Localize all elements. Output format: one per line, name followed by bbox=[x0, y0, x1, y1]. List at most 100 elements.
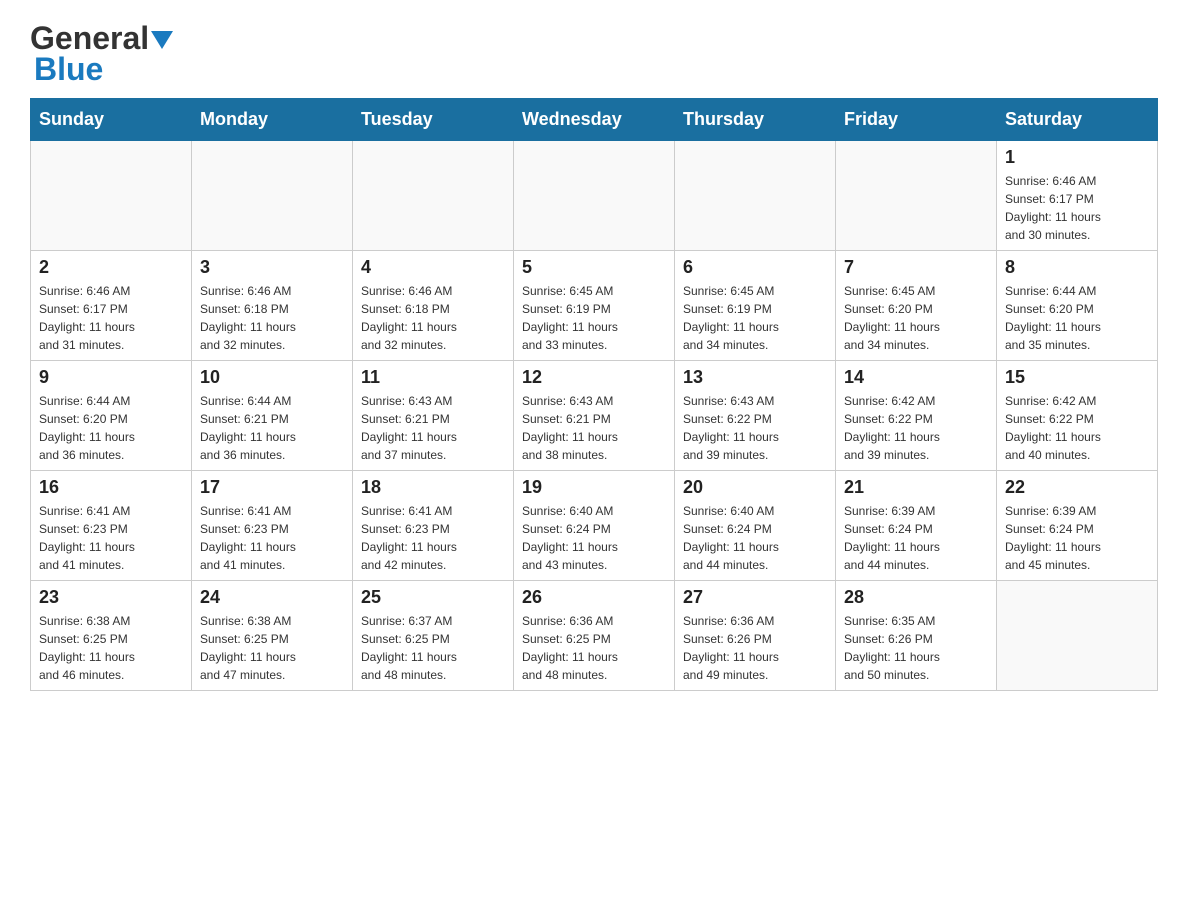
calendar-cell: 27 Sunrise: 6:36 AMSunset: 6:26 PMDayligh… bbox=[675, 581, 836, 691]
calendar-cell bbox=[353, 141, 514, 251]
calendar-cell: 22 Sunrise: 6:39 AMSunset: 6:24 PMDayligh… bbox=[997, 471, 1158, 581]
day-number: 11 bbox=[361, 367, 505, 388]
calendar-cell: 16 Sunrise: 6:41 AMSunset: 6:23 PMDayligh… bbox=[31, 471, 192, 581]
logo-blue: Blue bbox=[34, 51, 103, 88]
day-number: 14 bbox=[844, 367, 988, 388]
calendar-cell: 13 Sunrise: 6:43 AMSunset: 6:22 PMDayligh… bbox=[675, 361, 836, 471]
day-info: Sunrise: 6:46 AMSunset: 6:18 PMDaylight:… bbox=[200, 282, 344, 354]
day-number: 5 bbox=[522, 257, 666, 278]
day-info: Sunrise: 6:46 AMSunset: 6:17 PMDaylight:… bbox=[1005, 172, 1149, 244]
day-number: 6 bbox=[683, 257, 827, 278]
calendar-cell: 20 Sunrise: 6:40 AMSunset: 6:24 PMDayligh… bbox=[675, 471, 836, 581]
calendar-cell: 25 Sunrise: 6:37 AMSunset: 6:25 PMDayligh… bbox=[353, 581, 514, 691]
calendar-cell: 18 Sunrise: 6:41 AMSunset: 6:23 PMDayligh… bbox=[353, 471, 514, 581]
calendar-header: SundayMondayTuesdayWednesdayThursdayFrid… bbox=[31, 99, 1158, 141]
calendar-cell: 1 Sunrise: 6:46 AMSunset: 6:17 PMDaylight… bbox=[997, 141, 1158, 251]
day-info: Sunrise: 6:43 AMSunset: 6:21 PMDaylight:… bbox=[522, 392, 666, 464]
calendar-week-row: 23Sunrise: 6:38 AMSunset: 6:25 PMDayligh… bbox=[31, 581, 1158, 691]
day-number: 10 bbox=[200, 367, 344, 388]
day-number: 27 bbox=[683, 587, 827, 608]
day-info: Sunrise: 6:38 AMSunset: 6:25 PMDaylight:… bbox=[39, 612, 183, 684]
day-info: Sunrise: 6:41 AMSunset: 6:23 PMDaylight:… bbox=[200, 502, 344, 574]
day-info: Sunrise: 6:41 AMSunset: 6:23 PMDaylight:… bbox=[361, 502, 505, 574]
day-number: 22 bbox=[1005, 477, 1149, 498]
calendar-cell: 21Sunrise: 6:39 AMSunset: 6:24 PMDayligh… bbox=[836, 471, 997, 581]
calendar-cell bbox=[192, 141, 353, 251]
calendar-cell: 2 Sunrise: 6:46 AMSunset: 6:17 PMDaylight… bbox=[31, 251, 192, 361]
calendar-cell bbox=[31, 141, 192, 251]
day-number: 8 bbox=[1005, 257, 1149, 278]
day-info: Sunrise: 6:38 AMSunset: 6:25 PMDaylight:… bbox=[200, 612, 344, 684]
day-info: Sunrise: 6:40 AMSunset: 6:24 PMDaylight:… bbox=[683, 502, 827, 574]
day-info: Sunrise: 6:42 AMSunset: 6:22 PMDaylight:… bbox=[1005, 392, 1149, 464]
calendar-body: 1 Sunrise: 6:46 AMSunset: 6:17 PMDaylight… bbox=[31, 141, 1158, 691]
calendar-cell: 17 Sunrise: 6:41 AMSunset: 6:23 PMDayligh… bbox=[192, 471, 353, 581]
weekday-header-saturday: Saturday bbox=[997, 99, 1158, 141]
logo: General Blue bbox=[30, 20, 173, 88]
weekday-header-friday: Friday bbox=[836, 99, 997, 141]
calendar-cell: 23Sunrise: 6:38 AMSunset: 6:25 PMDayligh… bbox=[31, 581, 192, 691]
calendar-cell: 5Sunrise: 6:45 AMSunset: 6:19 PMDaylight… bbox=[514, 251, 675, 361]
day-number: 18 bbox=[361, 477, 505, 498]
calendar-cell: 26 Sunrise: 6:36 AMSunset: 6:25 PMDayligh… bbox=[514, 581, 675, 691]
calendar-cell: 15 Sunrise: 6:42 AMSunset: 6:22 PMDayligh… bbox=[997, 361, 1158, 471]
weekday-header-sunday: Sunday bbox=[31, 99, 192, 141]
day-number: 17 bbox=[200, 477, 344, 498]
calendar-week-row: 9 Sunrise: 6:44 AMSunset: 6:20 PMDaylight… bbox=[31, 361, 1158, 471]
day-info: Sunrise: 6:44 AMSunset: 6:21 PMDaylight:… bbox=[200, 392, 344, 464]
calendar-cell: 28Sunrise: 6:35 AMSunset: 6:26 PMDayligh… bbox=[836, 581, 997, 691]
day-info: Sunrise: 6:37 AMSunset: 6:25 PMDaylight:… bbox=[361, 612, 505, 684]
day-info: Sunrise: 6:36 AMSunset: 6:26 PMDaylight:… bbox=[683, 612, 827, 684]
day-info: Sunrise: 6:44 AMSunset: 6:20 PMDaylight:… bbox=[39, 392, 183, 464]
day-info: Sunrise: 6:45 AMSunset: 6:19 PMDaylight:… bbox=[683, 282, 827, 354]
weekday-header-row: SundayMondayTuesdayWednesdayThursdayFrid… bbox=[31, 99, 1158, 141]
calendar-cell bbox=[997, 581, 1158, 691]
day-info: Sunrise: 6:40 AMSunset: 6:24 PMDaylight:… bbox=[522, 502, 666, 574]
day-number: 12 bbox=[522, 367, 666, 388]
day-info: Sunrise: 6:36 AMSunset: 6:25 PMDaylight:… bbox=[522, 612, 666, 684]
day-number: 7 bbox=[844, 257, 988, 278]
calendar-week-row: 2 Sunrise: 6:46 AMSunset: 6:17 PMDaylight… bbox=[31, 251, 1158, 361]
calendar-week-row: 16 Sunrise: 6:41 AMSunset: 6:23 PMDayligh… bbox=[31, 471, 1158, 581]
day-number: 28 bbox=[844, 587, 988, 608]
day-info: Sunrise: 6:46 AMSunset: 6:17 PMDaylight:… bbox=[39, 282, 183, 354]
day-number: 9 bbox=[39, 367, 183, 388]
day-info: Sunrise: 6:44 AMSunset: 6:20 PMDaylight:… bbox=[1005, 282, 1149, 354]
calendar-cell: 14 Sunrise: 6:42 AMSunset: 6:22 PMDayligh… bbox=[836, 361, 997, 471]
day-number: 15 bbox=[1005, 367, 1149, 388]
calendar-cell: 24Sunrise: 6:38 AMSunset: 6:25 PMDayligh… bbox=[192, 581, 353, 691]
calendar-week-row: 1 Sunrise: 6:46 AMSunset: 6:17 PMDaylight… bbox=[31, 141, 1158, 251]
weekday-header-thursday: Thursday bbox=[675, 99, 836, 141]
day-number: 26 bbox=[522, 587, 666, 608]
day-number: 2 bbox=[39, 257, 183, 278]
day-info: Sunrise: 6:42 AMSunset: 6:22 PMDaylight:… bbox=[844, 392, 988, 464]
day-info: Sunrise: 6:45 AMSunset: 6:20 PMDaylight:… bbox=[844, 282, 988, 354]
day-number: 1 bbox=[1005, 147, 1149, 168]
calendar-cell: 10 Sunrise: 6:44 AMSunset: 6:21 PMDayligh… bbox=[192, 361, 353, 471]
day-info: Sunrise: 6:39 AMSunset: 6:24 PMDaylight:… bbox=[1005, 502, 1149, 574]
calendar-cell: 8 Sunrise: 6:44 AMSunset: 6:20 PMDaylight… bbox=[997, 251, 1158, 361]
day-number: 4 bbox=[361, 257, 505, 278]
day-info: Sunrise: 6:43 AMSunset: 6:21 PMDaylight:… bbox=[361, 392, 505, 464]
weekday-header-tuesday: Tuesday bbox=[353, 99, 514, 141]
calendar-cell bbox=[514, 141, 675, 251]
day-number: 13 bbox=[683, 367, 827, 388]
calendar-cell: 19 Sunrise: 6:40 AMSunset: 6:24 PMDayligh… bbox=[514, 471, 675, 581]
day-number: 25 bbox=[361, 587, 505, 608]
page-header: General Blue bbox=[30, 20, 1158, 88]
calendar-cell: 11 Sunrise: 6:43 AMSunset: 6:21 PMDayligh… bbox=[353, 361, 514, 471]
calendar-cell bbox=[675, 141, 836, 251]
calendar-table: SundayMondayTuesdayWednesdayThursdayFrid… bbox=[30, 98, 1158, 691]
day-number: 20 bbox=[683, 477, 827, 498]
day-number: 19 bbox=[522, 477, 666, 498]
weekday-header-wednesday: Wednesday bbox=[514, 99, 675, 141]
day-info: Sunrise: 6:43 AMSunset: 6:22 PMDaylight:… bbox=[683, 392, 827, 464]
calendar-cell: 6 Sunrise: 6:45 AMSunset: 6:19 PMDaylight… bbox=[675, 251, 836, 361]
weekday-header-monday: Monday bbox=[192, 99, 353, 141]
day-number: 16 bbox=[39, 477, 183, 498]
calendar-cell: 9 Sunrise: 6:44 AMSunset: 6:20 PMDaylight… bbox=[31, 361, 192, 471]
calendar-cell: 12 Sunrise: 6:43 AMSunset: 6:21 PMDayligh… bbox=[514, 361, 675, 471]
day-info: Sunrise: 6:41 AMSunset: 6:23 PMDaylight:… bbox=[39, 502, 183, 574]
day-number: 3 bbox=[200, 257, 344, 278]
logo-triangle-icon bbox=[151, 31, 173, 49]
